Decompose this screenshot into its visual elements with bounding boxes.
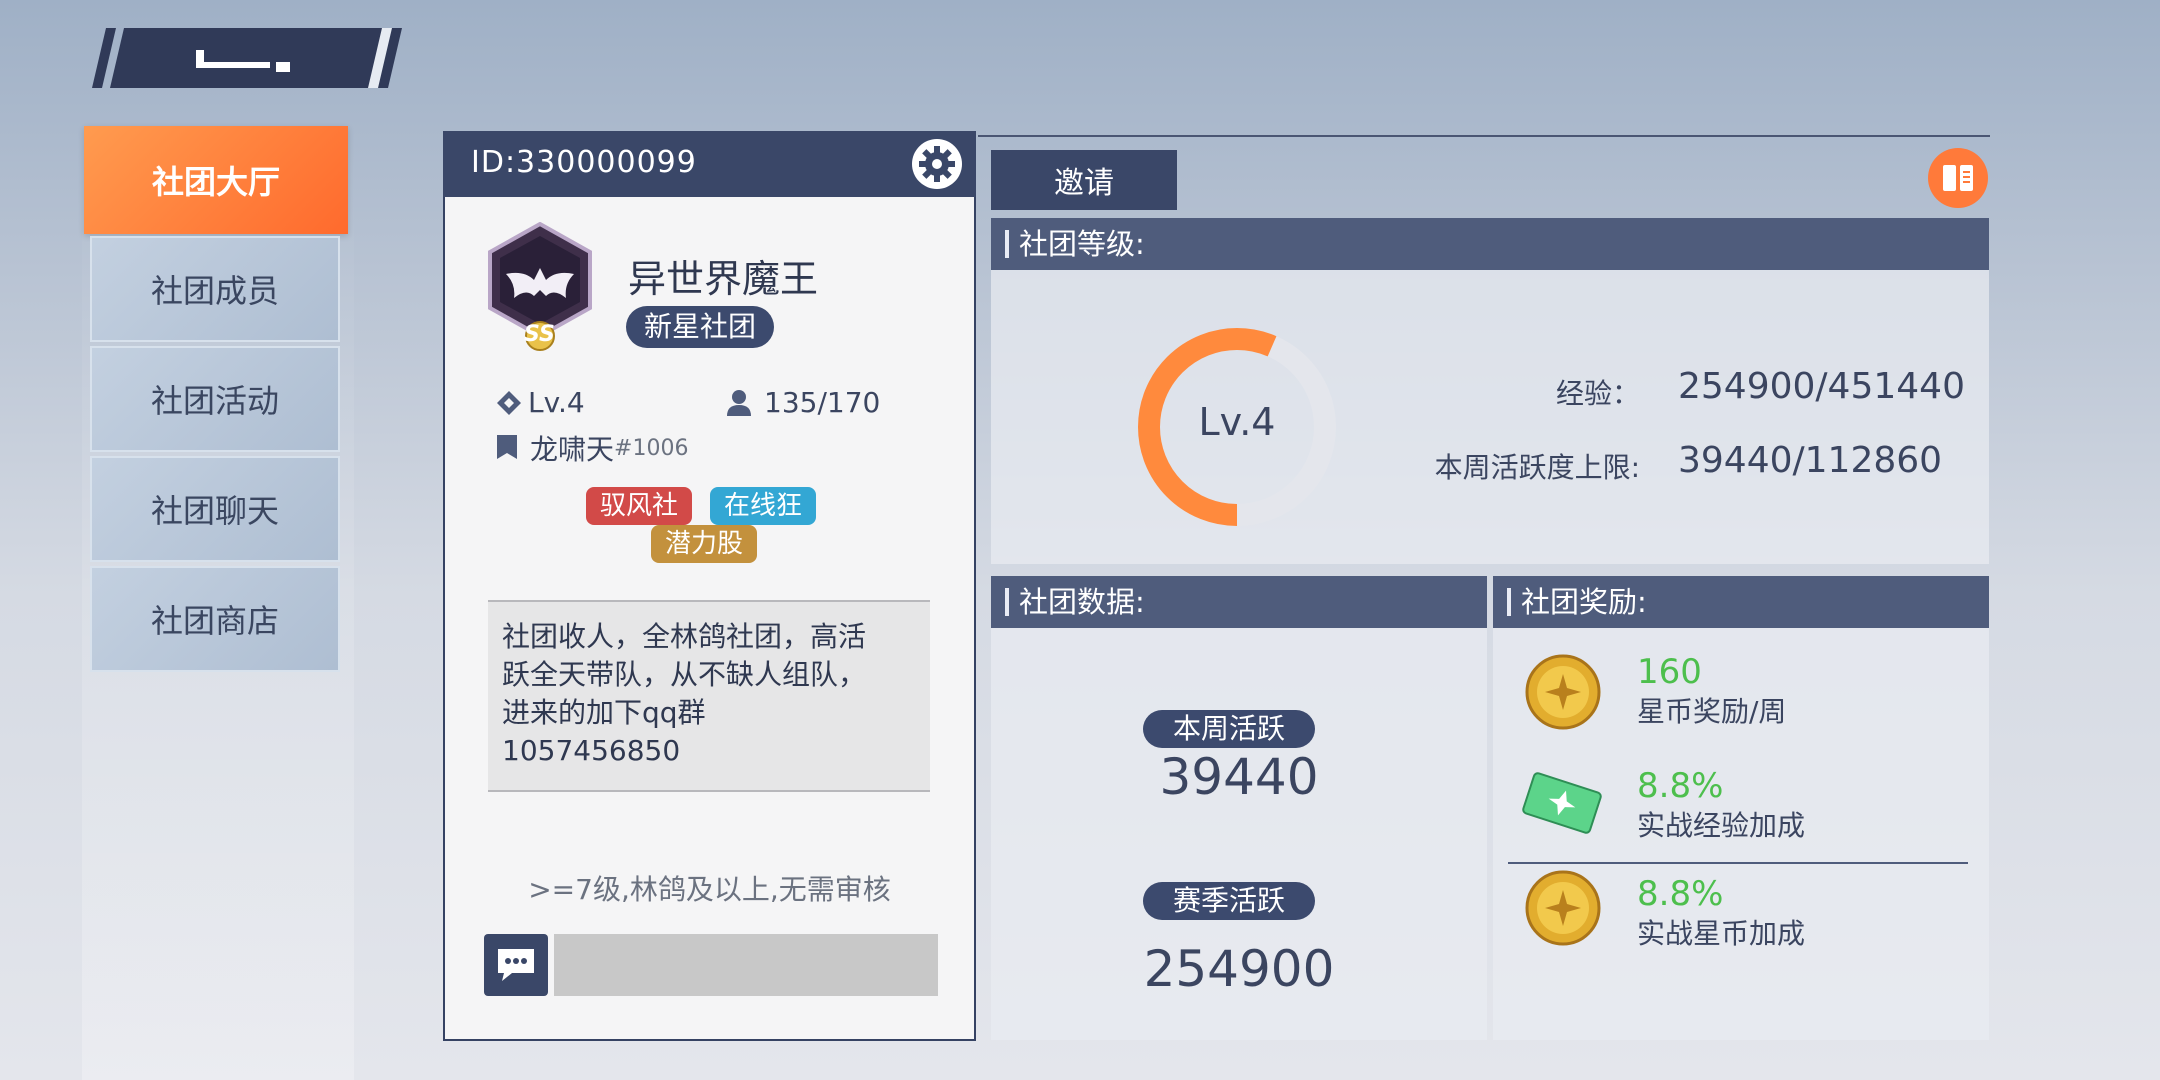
settings-button[interactable] [912,139,962,189]
season-activity-label: 赛季活跃 [1143,882,1316,920]
club-id: ID:330000099 [471,145,697,180]
weekly-cap-value: 39440/112860 [1678,440,1943,481]
club-tag-2: 在线狂 [710,487,817,525]
club-card-header: ID:330000099 [443,131,976,197]
exp-label: 经验： [1555,377,1640,410]
club-leader: 龙啸天 #1006 [494,428,688,468]
weekly-activity-value: 39440 [1159,748,1319,806]
sidebar-item-club-shop[interactable]: 社团商店 [90,566,340,672]
reward-1-label: 星币奖励/周 [1637,695,1787,728]
chat-button[interactable] [484,934,548,996]
club-tag-3: 潜力股 [651,525,758,563]
club-level-title: 社团等级: [991,218,1989,270]
club-reward-panel: 社团奖励: 160 星币奖励/周 8.8% 实战经验加成 8.8% 实战星币加成 [1493,576,1989,1040]
reward-3-label: 实战星币加成 [1637,917,1806,950]
weekly-activity-label: 本周活跃 [1143,710,1316,748]
level-diamond-icon [497,390,521,415]
club-members-count: 135/170 [724,386,880,419]
club-reward-title: 社团奖励: [1493,576,1989,628]
top-divider [978,135,1990,137]
guide-button[interactable] [1928,148,1988,208]
club-emblem: SS [484,221,596,352]
header-logo-icon [92,28,402,88]
club-description: 社团收人，全林鸽社团，高活 跃全天带队，从不缺人组队， 进来的加下qq群 105… [488,600,930,792]
join-requirement: >=7级,林鸽及以上,无需审核 [528,873,891,906]
header-banner [92,28,402,88]
sidebar-item-club-chat[interactable]: 社团聊天 [90,456,340,562]
club-data-title: 社团数据: [991,576,1487,628]
chat-bubble-icon [498,949,534,981]
leader-flag-icon [497,435,517,459]
sidebar-item-club-members[interactable]: 社团成员 [90,236,340,342]
exp-value: 254900/451440 [1678,366,1965,407]
invite-button[interactable]: 邀请 [991,150,1177,210]
gold-coin-icon [1525,870,1601,946]
reward-2-value: 8.8% [1637,766,1724,806]
chat-input[interactable] [554,934,938,996]
book-icon [1943,165,1973,191]
club-name: 异世界魔王 [628,257,819,301]
emblem-grade: SS [524,322,555,347]
club-rank-badge: 新星社团 [626,306,775,348]
person-icon [727,389,751,416]
club-data-panel: 社团数据: 本周活跃 39440 赛季活跃 254900 [991,576,1487,1040]
reward-1-value: 160 [1637,652,1702,692]
reward-2-label: 实战经验加成 [1637,809,1806,842]
season-activity-value: 254900 [1143,940,1335,998]
sidebar-item-club-activities[interactable]: 社团活动 [90,346,340,452]
gold-coin-icon [1525,654,1601,730]
reward-divider [1508,862,1968,864]
gear-icon [919,146,955,182]
reward-3-value: 8.8% [1637,874,1724,914]
sidebar-item-club-hall[interactable]: 社团大厅 [84,126,348,234]
exp-ticket-icon [1522,772,1602,834]
club-tag-1: 驭风社 [586,487,693,525]
club-level: Lv.4 [494,386,585,419]
weekly-cap-label: 本周活跃度上限: [1434,451,1640,484]
